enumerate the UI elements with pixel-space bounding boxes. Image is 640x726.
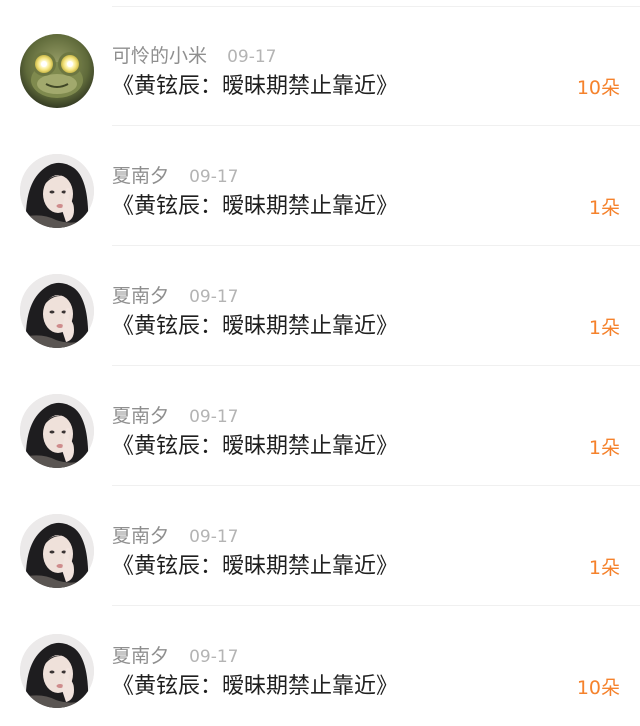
list-item[interactable]: 夏南夕 09-17 《黄铉辰：暧昧期禁止靠近》 10朵: [0, 606, 640, 726]
flower-count: 10朵: [576, 677, 620, 699]
post-date: 09-17: [189, 527, 239, 547]
user-name[interactable]: 夏南夕: [112, 165, 169, 187]
user-name[interactable]: 夏南夕: [112, 645, 169, 667]
book-title[interactable]: 《黄铉辰：暧昧期禁止靠近》: [112, 72, 398, 102]
post-date: 09-17: [227, 47, 277, 67]
item-meta: 夏南夕 09-17: [112, 644, 238, 668]
book-title[interactable]: 《黄铉辰：暧昧期禁止靠近》: [112, 552, 398, 582]
avatar[interactable]: [20, 634, 94, 708]
user-name[interactable]: 夏南夕: [112, 405, 169, 427]
girl-avatar-icon: [20, 274, 94, 348]
avatar[interactable]: [20, 274, 94, 348]
list-item[interactable]: 夏南夕 09-17 《黄铉辰：暧昧期禁止靠近》 1朵: [0, 126, 640, 246]
list-item[interactable]: 可怜的小米 09-17 《黄铉辰：暧昧期禁止靠近》 10朵: [0, 6, 640, 126]
user-name[interactable]: 夏南夕: [112, 285, 169, 307]
flower-count: 1朵: [588, 197, 620, 219]
post-date: 09-17: [189, 407, 239, 427]
list-item[interactable]: 夏南夕 09-17 《黄铉辰：暧昧期禁止靠近》 1朵: [0, 486, 640, 606]
user-name[interactable]: 可怜的小米: [112, 45, 207, 67]
book-title[interactable]: 《黄铉辰：暧昧期禁止靠近》: [112, 312, 398, 342]
user-name[interactable]: 夏南夕: [112, 525, 169, 547]
avatar[interactable]: [20, 34, 94, 108]
flower-count: 1朵: [588, 317, 620, 339]
girl-avatar-icon: [20, 154, 94, 228]
flower-count: 1朵: [588, 557, 620, 579]
frog-avatar-icon: [20, 34, 94, 108]
girl-avatar-icon: [20, 394, 94, 468]
flower-count: 10朵: [576, 77, 620, 99]
gift-record-list: 可怜的小米 09-17 《黄铉辰：暧昧期禁止靠近》 10朵 夏南夕 09-17 …: [0, 0, 640, 725]
item-meta: 夏南夕 09-17: [112, 404, 238, 428]
item-meta: 夏南夕 09-17: [112, 524, 238, 548]
post-date: 09-17: [189, 647, 239, 667]
list-item[interactable]: 夏南夕 09-17 《黄铉辰：暧昧期禁止靠近》 1朵: [0, 366, 640, 486]
avatar[interactable]: [20, 514, 94, 588]
list-item[interactable]: 夏南夕 09-17 《黄铉辰：暧昧期禁止靠近》 1朵: [0, 246, 640, 366]
post-date: 09-17: [189, 287, 239, 307]
girl-avatar-icon: [20, 634, 94, 708]
book-title[interactable]: 《黄铉辰：暧昧期禁止靠近》: [112, 672, 398, 702]
item-meta: 夏南夕 09-17: [112, 284, 238, 308]
book-title[interactable]: 《黄铉辰：暧昧期禁止靠近》: [112, 432, 398, 462]
avatar[interactable]: [20, 394, 94, 468]
book-title[interactable]: 《黄铉辰：暧昧期禁止靠近》: [112, 192, 398, 222]
avatar[interactable]: [20, 154, 94, 228]
girl-avatar-icon: [20, 514, 94, 588]
flower-count: 1朵: [588, 437, 620, 459]
item-meta: 夏南夕 09-17: [112, 164, 238, 188]
post-date: 09-17: [189, 167, 239, 187]
item-meta: 可怜的小米 09-17: [112, 44, 276, 68]
